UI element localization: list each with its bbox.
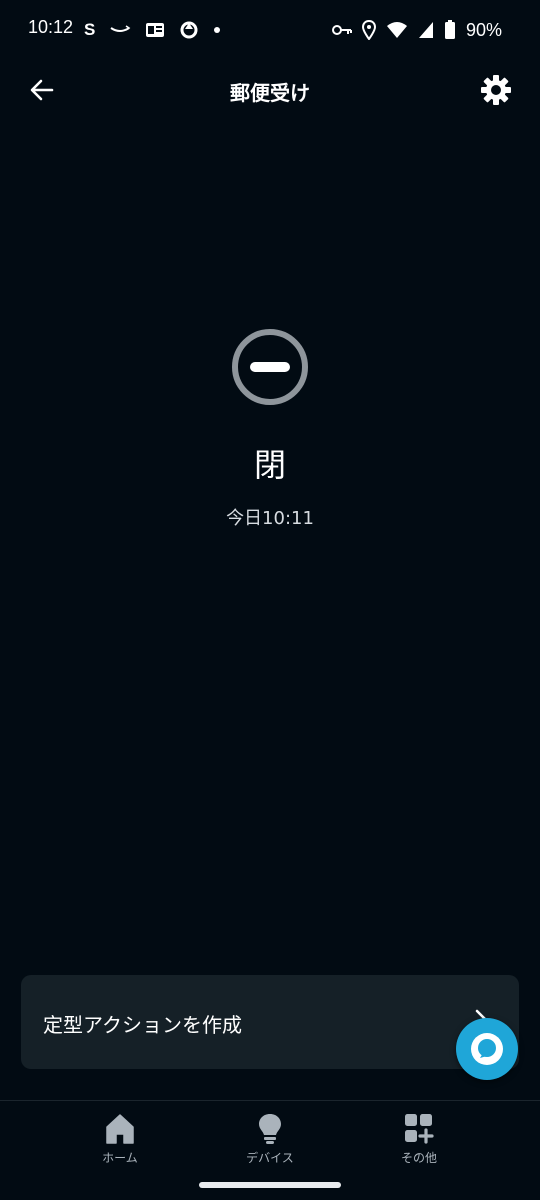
nav-label-home: ホーム (102, 1151, 138, 1165)
status-left-icons: S (84, 17, 221, 43)
gear-icon (481, 75, 511, 105)
lightbulb-icon (259, 1114, 281, 1144)
news-icon (146, 23, 165, 37)
create-routine-label: 定型アクションを作成 (43, 1013, 242, 1037)
dot-icon (214, 27, 221, 33)
app-header: 郵便受け (0, 60, 540, 120)
location-icon (361, 20, 376, 40)
battery-percent: 90% (465, 19, 502, 40)
screen: 10:12 S 90% 郵便受け 閉 今日10:11 定型アクションを作成 ホー… (0, 0, 540, 1200)
battery-icon (444, 20, 455, 39)
nav-item-devices[interactable]: デバイス (210, 1111, 330, 1171)
home-icon (106, 1114, 134, 1144)
closed-minus-icon (232, 329, 308, 405)
nav-item-more[interactable]: その他 (359, 1111, 479, 1171)
nav-label-more: その他 (400, 1151, 437, 1165)
nav-item-home[interactable]: ホーム (60, 1111, 180, 1171)
amazon-smile-icon (110, 25, 131, 32)
state-label: 閉 (253, 446, 286, 484)
status-right: 90% (331, 17, 502, 43)
signal-icon (418, 22, 433, 38)
create-routine-card[interactable]: 定型アクションを作成 (21, 975, 519, 1069)
status-time: 10:12 (28, 17, 74, 37)
settings-button[interactable] (474, 68, 518, 112)
nav-label-devices: デバイス (246, 1151, 294, 1165)
vpn-key-icon (331, 25, 352, 35)
alexa-icon (471, 1033, 503, 1065)
status-bar: 10:12 S 90% (0, 0, 540, 60)
sync-icon (180, 21, 198, 39)
alexa-button[interactable] (456, 1018, 518, 1080)
state-timestamp: 今日10:11 (226, 508, 314, 529)
grid-plus-icon (405, 1114, 434, 1144)
gesture-bar[interactable] (199, 1182, 341, 1188)
page-title: 郵便受け (230, 81, 310, 105)
wifi-icon (386, 22, 407, 38)
s-icon: S (84, 20, 96, 39)
